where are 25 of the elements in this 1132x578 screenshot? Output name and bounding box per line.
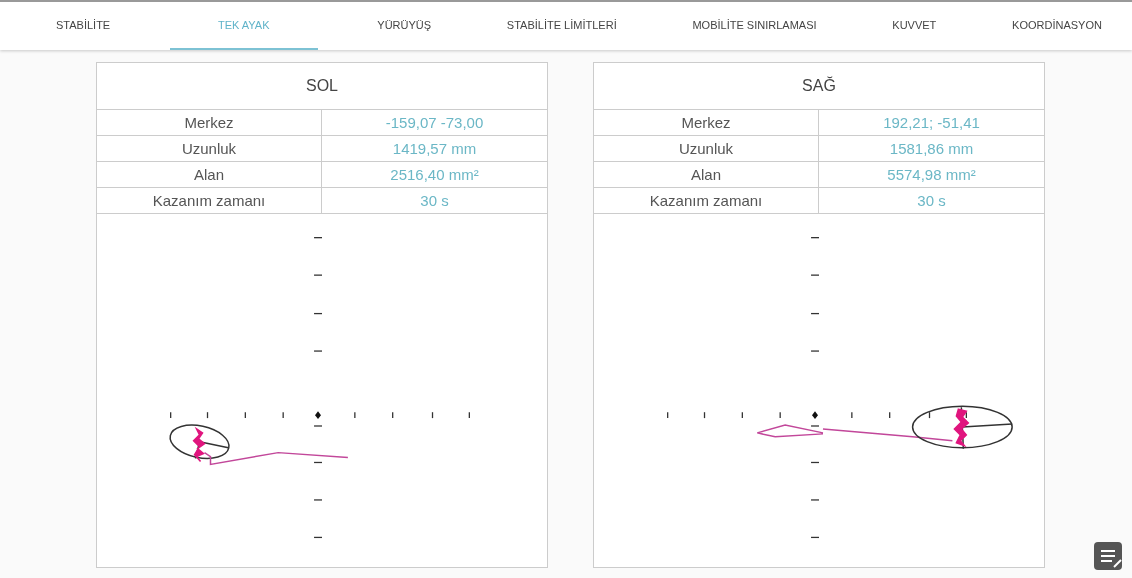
panel-title: SOL [97, 63, 547, 110]
table-cell-text: 1419,57 mm [391, 139, 478, 159]
table-cell: Uzunluk [97, 136, 322, 161]
tab[interactable]: YÜRÜYÜŞ [361, 2, 448, 50]
tab[interactable]: STABİLİTE LİMİTLERİ [490, 2, 633, 50]
tab[interactable]: KUVVET [876, 2, 953, 50]
table-cell: Alan [594, 162, 819, 187]
table-cell-text: -159,07 -73,00 [384, 113, 485, 133]
table-cell-text: 30 s [419, 191, 450, 211]
table-cell-text: 1581,86 mm [888, 139, 975, 159]
tab[interactable]: KOORDİNASYON [996, 2, 1118, 50]
tab[interactable]: STABİLİTE [40, 2, 127, 50]
table-cell-text: 5574,98 mm² [886, 165, 977, 185]
table-cell: Kazanım zamanı [97, 188, 322, 213]
notes-button[interactable] [1094, 542, 1122, 570]
table-cell: Kazanım zamanı [594, 188, 819, 213]
panel-title: SAĞ [594, 63, 1044, 110]
table-cell-text: 2516,40 mm² [389, 165, 480, 185]
tab[interactable]: MOBİLİTE SINIRLAMASI [676, 2, 833, 50]
table-cell: Alan [97, 162, 322, 187]
table-cell-text: 30 s [916, 191, 947, 211]
table-cell: Uzunluk [594, 136, 819, 161]
table-cell-text: 192,21; -51,41 [882, 113, 981, 133]
table-cell: Merkez [594, 110, 819, 135]
table-cell: Merkez [97, 110, 322, 135]
